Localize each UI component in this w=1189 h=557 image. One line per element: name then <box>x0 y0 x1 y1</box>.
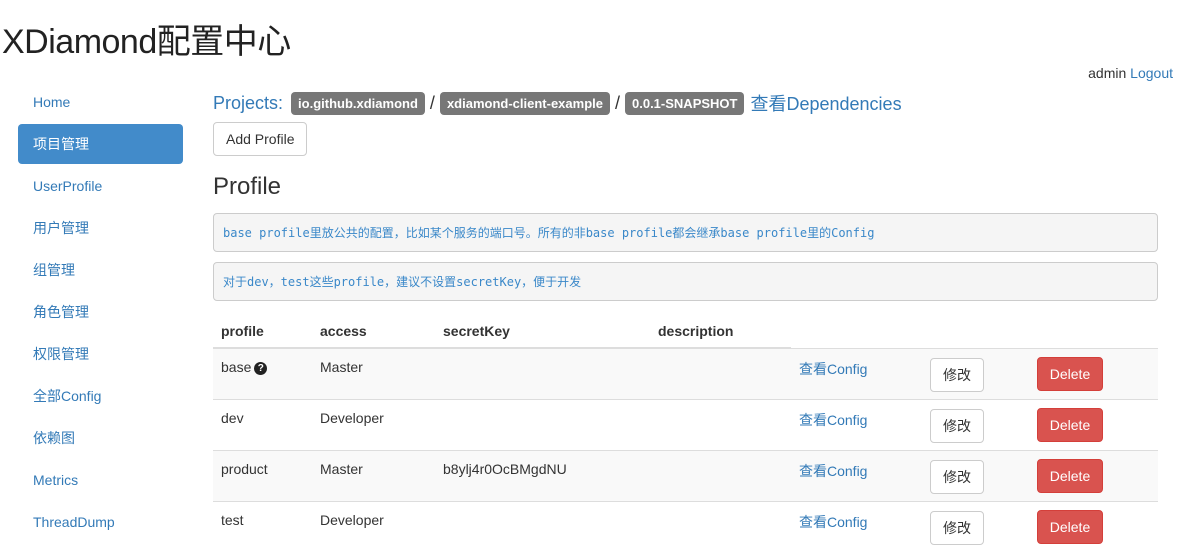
table-row: base? Master 查看Config 修改 Delete <box>213 347 1158 399</box>
app-title: XDiamond配置中心 <box>2 23 291 61</box>
version-badge: 0.0.1-SNAPSHOT <box>625 91 745 115</box>
access-level: Developer <box>320 511 384 528</box>
description <box>658 451 783 461</box>
column-header-profile: profile <box>213 315 312 349</box>
column-header-actions <box>791 315 922 349</box>
profile-name: product <box>221 460 268 477</box>
info-note: 对于dev，test这些profile，建议不设置secretKey，便于开发 <box>213 262 1158 301</box>
username: admin <box>1088 65 1127 81</box>
secret-key <box>443 502 642 512</box>
profile-name: base <box>221 359 252 375</box>
edit-button[interactable]: 修改 <box>930 357 984 392</box>
breadcrumb-separator: / <box>614 92 620 113</box>
sidebar-item-users[interactable]: 用户管理 <box>18 208 183 248</box>
help-icon[interactable]: ? <box>254 362 268 375</box>
section-title: Profile <box>213 173 282 200</box>
view-config-link[interactable]: 查看Config <box>799 463 867 479</box>
edit-button[interactable]: 修改 <box>930 459 984 494</box>
secret-key <box>443 400 642 410</box>
edit-button[interactable]: 修改 <box>930 408 984 443</box>
main-content: Projects: io.github.xdiamond / xdiamond-… <box>213 88 1158 552</box>
view-config-link[interactable]: 查看Config <box>799 361 867 377</box>
sidebar: Home 项目管理 UserProfile 用户管理 组管理 角色管理 权限管理… <box>18 82 183 544</box>
group-id-badge: io.github.xdiamond <box>291 91 425 115</box>
artifact-id-badge: xdiamond-client-example <box>439 91 610 115</box>
projects-link[interactable]: Projects: <box>213 93 283 114</box>
sidebar-item-dependency-graph[interactable]: 依赖图 <box>18 418 183 458</box>
access-level: Developer <box>320 409 384 426</box>
sidebar-item-projects[interactable]: 项目管理 <box>18 124 183 164</box>
sidebar-item-home[interactable]: Home <box>18 82 183 122</box>
view-dependencies-link[interactable]: 查看Dependencies <box>750 90 901 116</box>
sidebar-item-threaddump[interactable]: ThreadDump <box>18 502 183 542</box>
column-header-actions <box>1029 315 1158 349</box>
sidebar-item-permissions[interactable]: 权限管理 <box>18 334 183 374</box>
description <box>658 502 783 512</box>
profile-table: profile access secretKey description bas… <box>213 315 1158 552</box>
delete-button[interactable]: Delete <box>1037 407 1103 442</box>
secret-key: b8ylj4r0OcBMgdNU <box>443 460 567 477</box>
access-level: Master <box>320 359 363 375</box>
description <box>658 349 783 359</box>
delete-button[interactable]: Delete <box>1037 509 1103 544</box>
profile-name: test <box>221 511 244 528</box>
view-config-link[interactable]: 查看Config <box>799 514 867 530</box>
delete-button[interactable]: Delete <box>1037 356 1103 391</box>
column-header-description: description <box>650 315 791 349</box>
breadcrumb-separator: / <box>429 92 435 113</box>
sidebar-item-all-config[interactable]: 全部Config <box>18 376 183 416</box>
user-bar: admin Logout <box>1088 65 1173 81</box>
profile-name: dev <box>221 409 244 426</box>
sidebar-item-roles[interactable]: 角色管理 <box>18 292 183 332</box>
table-row: product Master b8ylj4r0OcBMgdNU 查看Config… <box>213 449 1158 501</box>
secret-key <box>443 349 642 359</box>
table-row: test Developer 查看Config 修改 Delete <box>213 500 1158 552</box>
edit-button[interactable]: 修改 <box>930 510 984 545</box>
delete-button[interactable]: Delete <box>1037 458 1103 493</box>
table-row: dev Developer 查看Config 修改 Delete <box>213 398 1158 450</box>
description <box>658 400 783 410</box>
logout-link[interactable]: Logout <box>1130 65 1173 81</box>
breadcrumb: Projects: io.github.xdiamond / xdiamond-… <box>213 88 1158 118</box>
column-header-actions <box>922 315 1029 349</box>
view-config-link[interactable]: 查看Config <box>799 412 867 428</box>
column-header-access: access <box>312 315 435 349</box>
sidebar-item-metrics[interactable]: Metrics <box>18 460 183 500</box>
column-header-secretkey: secretKey <box>435 315 650 349</box>
add-profile-button[interactable]: Add Profile <box>213 122 308 156</box>
info-note: base profile里放公共的配置，比如某个服务的端口号。所有的非base … <box>213 213 1158 252</box>
sidebar-item-groups[interactable]: 组管理 <box>18 250 183 290</box>
table-header-row: profile access secretKey description <box>213 315 1158 349</box>
access-level: Master <box>320 460 363 477</box>
sidebar-item-userprofile[interactable]: UserProfile <box>18 166 183 206</box>
